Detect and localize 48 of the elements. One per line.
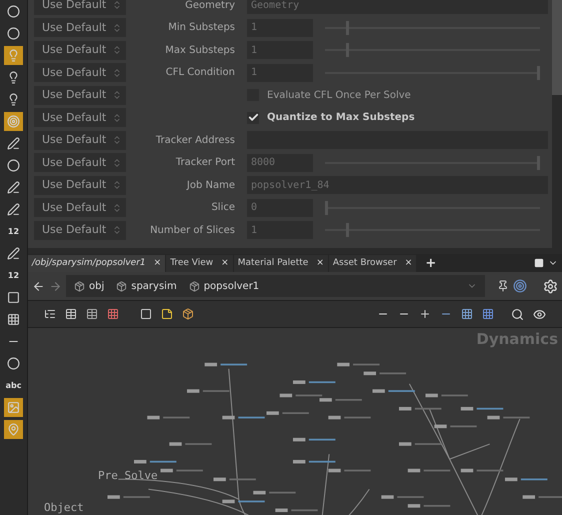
number-field[interactable]: 1 <box>247 221 313 240</box>
mode-dropdown[interactable]: Use Default <box>34 63 126 82</box>
mode-dropdown[interactable]: Use Default <box>34 220 126 240</box>
number-field[interactable]: 1 <box>247 41 313 60</box>
path-bar[interactable]: obj sparysim popsolver1 <box>66 275 485 297</box>
pane-tab[interactable]: Material Palette × <box>234 255 328 272</box>
add-tab-button[interactable]: + <box>417 255 444 272</box>
network-box-label: Object <box>44 500 84 515</box>
mode-dropdown[interactable]: Use Default <box>34 130 126 150</box>
parameter-label: Geometry <box>185 0 235 13</box>
number-field[interactable]: 0 <box>247 198 313 217</box>
text-field[interactable]: Geometry <box>247 0 548 14</box>
tool-button[interactable]: 12 <box>4 222 23 241</box>
path-segment[interactable]: obj <box>74 278 104 294</box>
tool-button[interactable]: 12 <box>4 266 23 285</box>
parameter-label: Max Substeps <box>165 44 235 58</box>
mode-dropdown[interactable]: Use Default <box>34 198 126 218</box>
mode-dropdown[interactable]: Use Default <box>34 153 126 172</box>
close-icon[interactable]: × <box>221 256 229 270</box>
mode-dropdown[interactable]: Use Default <box>34 176 126 195</box>
number-field[interactable]: 1 <box>247 64 313 82</box>
close-icon[interactable]: × <box>154 256 162 270</box>
mode-dropdown[interactable]: Use Default <box>34 108 126 128</box>
parameter-label: Tracker Port <box>176 156 235 170</box>
parameter-label: Slice <box>211 201 235 216</box>
path-segment[interactable]: sparysim <box>116 278 177 294</box>
text-field[interactable]: popsolver1_84 <box>247 176 548 194</box>
pane-tab[interactable]: /obj/sparysim/popsolver1 × <box>28 255 166 272</box>
parameter-label: CFL Condition <box>166 66 235 80</box>
parameter-label: Job Name <box>186 178 235 193</box>
close-icon[interactable]: × <box>404 256 412 270</box>
network-box-label: Pre Solve <box>98 468 158 484</box>
parameter-label: Min Substeps <box>168 21 235 36</box>
path-segment[interactable]: popsolver1 <box>188 278 260 294</box>
number-field[interactable]: 8000 <box>247 154 313 172</box>
parameter-label: Tracker Address <box>156 134 235 148</box>
mode-dropdown[interactable]: Use Default <box>34 40 126 60</box>
mode-dropdown[interactable]: Use Default <box>34 0 126 15</box>
mode-dropdown[interactable]: Use Default <box>34 86 126 105</box>
tool-button[interactable]: abc <box>4 376 23 395</box>
checkbox-label: Evaluate CFL Once Per Solve <box>267 88 411 103</box>
parameter-label: Number of Slices <box>150 224 235 238</box>
number-field[interactable]: 1 <box>247 18 313 37</box>
pane-tab[interactable]: Tree View × <box>166 255 233 272</box>
mode-dropdown[interactable]: Use Default <box>34 18 126 38</box>
pane-tab[interactable]: Asset Browser × <box>328 255 416 272</box>
close-icon[interactable]: × <box>316 256 324 270</box>
checkbox-label: Quantize to Max Substeps <box>267 111 415 126</box>
